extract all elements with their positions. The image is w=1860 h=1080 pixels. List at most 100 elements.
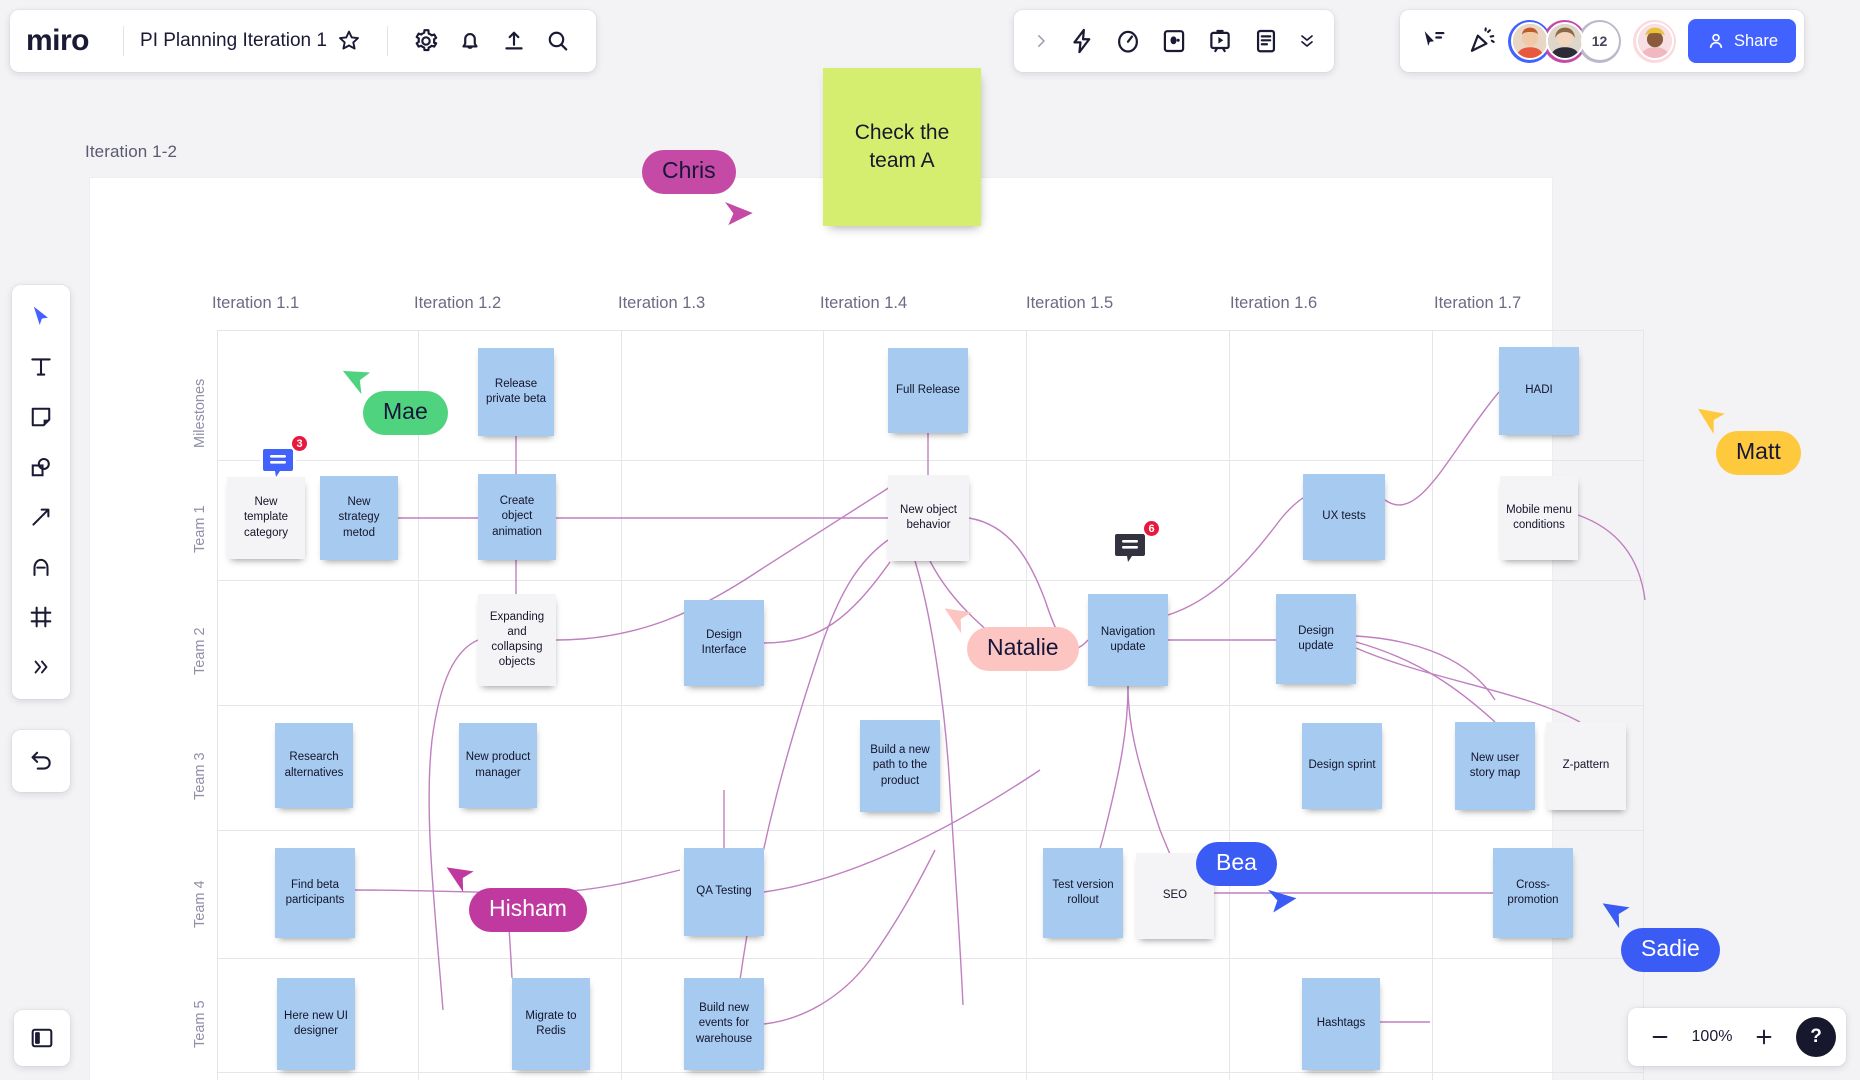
avatar: [1546, 22, 1584, 60]
video-chat-icon: [1160, 27, 1188, 55]
collaborator-name-tag: Sadie: [1621, 928, 1720, 972]
sticky-note[interactable]: Z-pattern: [1546, 722, 1626, 810]
sticky-note[interactable]: HADI: [1499, 347, 1579, 435]
more-tools[interactable]: [19, 645, 63, 689]
timer-icon: [1114, 27, 1142, 55]
top-right-toolbar: 12 Share: [1400, 10, 1804, 72]
collaborator-overflow-count[interactable]: 12: [1578, 20, 1621, 63]
zoom-out-button[interactable]: [1638, 1015, 1682, 1059]
comment-count-badge: 3: [290, 434, 309, 453]
sticky-note[interactable]: Design update: [1276, 594, 1356, 684]
miro-board-app: Iteration 1-2 Iteration 1.1 Iteration 1.…: [0, 0, 1860, 1080]
sticky-note[interactable]: Navigation update: [1088, 594, 1168, 686]
notes-button[interactable]: [1244, 19, 1288, 63]
presentation-button[interactable]: [1198, 19, 1242, 63]
presentation-icon: [1206, 27, 1234, 55]
sticky-note[interactable]: Release private beta: [478, 348, 554, 436]
party-popper-icon: [1468, 27, 1496, 55]
side-panel-icon: [29, 1025, 55, 1051]
help-button[interactable]: ?: [1796, 1017, 1836, 1057]
divider: [123, 26, 124, 56]
cursor-follow-icon: [1420, 27, 1448, 55]
lightning-icon: [1068, 27, 1096, 55]
plus-icon: [1753, 1026, 1775, 1048]
pen-icon: [28, 554, 54, 580]
collaborator-avatar-2[interactable]: [1543, 20, 1586, 63]
celebrate-button[interactable]: [1460, 19, 1504, 63]
shapes-tool[interactable]: [19, 445, 63, 489]
top-center-toolbar: [1014, 10, 1334, 72]
sticky-note[interactable]: New object behavior: [888, 475, 969, 561]
sticky-note[interactable]: Design Interface: [684, 600, 764, 686]
collaborator-name-tag: Hisham: [469, 888, 587, 932]
favorite-button[interactable]: [327, 19, 371, 63]
sticky-note[interactable]: Design sprint: [1302, 723, 1382, 809]
follow-cursor-button[interactable]: [1412, 19, 1456, 63]
sticky-note[interactable]: Here new UI designer: [277, 978, 355, 1070]
collaborator-count-label: 12: [1592, 33, 1608, 49]
zoom-level-label[interactable]: 100%: [1686, 1028, 1738, 1046]
sticky-note-tool[interactable]: [19, 395, 63, 439]
share-label: Share: [1734, 32, 1778, 51]
chevron-double-right-icon: [30, 656, 52, 678]
undo-icon: [28, 748, 54, 774]
more-tools-button[interactable]: [1290, 19, 1324, 63]
share-button[interactable]: Share: [1688, 19, 1796, 63]
collaborator-avatar-1[interactable]: [1508, 20, 1551, 63]
arrow-icon: [28, 504, 54, 530]
search-icon: [545, 28, 571, 54]
sticky-note[interactable]: New strategy metod: [320, 476, 398, 560]
frame-tool[interactable]: [19, 595, 63, 639]
sticky-note[interactable]: New user story map: [1455, 722, 1535, 810]
pen-tool[interactable]: [19, 545, 63, 589]
connector-tool[interactable]: [19, 495, 63, 539]
collaborator-name-tag: Matt: [1716, 431, 1801, 475]
collaborator-name-tag: Natalie: [967, 627, 1079, 671]
miro-logo[interactable]: miro: [26, 24, 107, 58]
comment-pin[interactable]: 3: [258, 443, 298, 483]
board-settings-button[interactable]: [404, 19, 448, 63]
apps-integrations-button[interactable]: [1060, 19, 1104, 63]
expand-toolbar-button[interactable]: [1024, 19, 1058, 63]
sticky-note[interactable]: Cross-promotion: [1493, 848, 1573, 938]
sticky-note-check-team-a[interactable]: Check the team A: [823, 68, 981, 226]
sticky-note[interactable]: QA Testing: [684, 848, 764, 936]
undo-button[interactable]: [19, 739, 63, 783]
cursor-icon: [28, 304, 54, 330]
sticky-note[interactable]: New template category: [227, 477, 305, 559]
notifications-button[interactable]: [448, 19, 492, 63]
sticky-note[interactable]: UX tests: [1303, 474, 1385, 560]
upload-button[interactable]: [492, 19, 536, 63]
sticky-note[interactable]: New product manager: [459, 723, 537, 808]
avatar: [1636, 22, 1674, 60]
sticky-note[interactable]: Mobile menu conditions: [1500, 476, 1578, 560]
board-title[interactable]: PI Planning Iteration 1: [140, 30, 327, 52]
sticky-note[interactable]: Build a new path to the product: [860, 720, 940, 812]
zoom-in-button[interactable]: [1742, 1015, 1786, 1059]
current-user-avatar[interactable]: [1633, 20, 1676, 63]
sticky-note[interactable]: Create object animation: [478, 474, 556, 560]
bell-icon: [457, 28, 483, 54]
notes-icon: [1252, 27, 1280, 55]
sticky-note[interactable]: Full Release: [888, 348, 968, 433]
sticky-note[interactable]: Test version rollout: [1043, 848, 1123, 938]
text-tool[interactable]: [19, 345, 63, 389]
video-chat-button[interactable]: [1152, 19, 1196, 63]
sticky-note[interactable]: Expanding and collapsing objects: [478, 594, 556, 686]
search-button[interactable]: [536, 19, 580, 63]
gear-icon: [413, 28, 439, 54]
timer-button[interactable]: [1106, 19, 1150, 63]
avatar-illustration: [1513, 22, 1547, 60]
undo-toolbar: [12, 730, 70, 792]
side-panel-button[interactable]: [14, 1010, 70, 1066]
sticky-note[interactable]: Hashtags: [1302, 978, 1380, 1070]
top-left-toolbar: miro PI Planning Iteration 1: [10, 10, 596, 72]
sticky-note[interactable]: Find beta participants: [275, 848, 355, 938]
sticky-note[interactable]: Migrate to Redis: [512, 978, 590, 1070]
comment-pin[interactable]: 6: [1110, 528, 1150, 568]
collaborator-name-tag: Chris: [642, 150, 736, 194]
select-tool[interactable]: [19, 295, 63, 339]
sticky-note[interactable]: Build new events for warehouse: [684, 978, 764, 1070]
board-canvas[interactable]: Iteration 1-2 Iteration 1.1 Iteration 1.…: [0, 0, 1860, 1080]
sticky-note[interactable]: Research alternatives: [275, 723, 353, 808]
